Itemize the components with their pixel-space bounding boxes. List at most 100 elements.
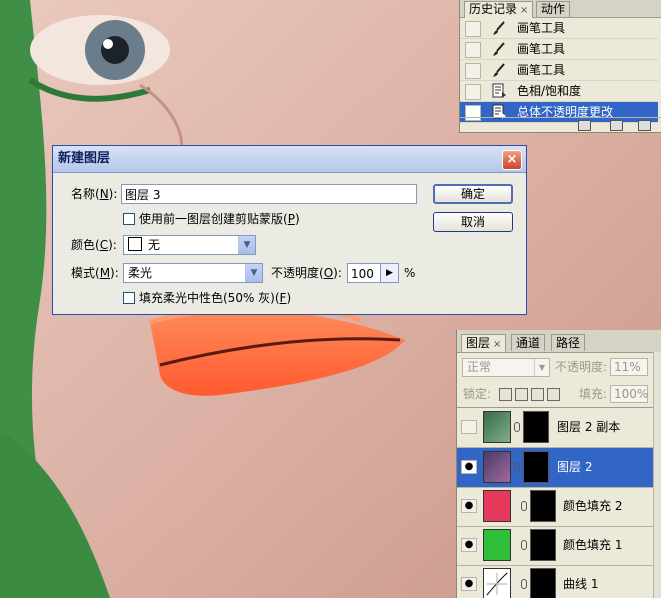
opacity-stepper[interactable]: ▶ [381,263,399,283]
snapshot-checkbox[interactable] [465,21,481,37]
tab-paths[interactable]: 路径 [551,334,586,351]
layer-opacity-input[interactable]: 11% [610,358,648,376]
tab-layers[interactable]: 图层 × [461,334,507,352]
layer-name-input[interactable]: 图层 3 [121,184,417,204]
eye-icon[interactable]: ● [461,577,477,591]
layer-thumbnail [483,529,511,561]
mode-select[interactable]: 柔光 ▼ [123,263,263,283]
brush-icon [493,63,505,77]
clipping-mask-label: 使用前一图层创建剪贴蒙版(P) [139,212,300,226]
chevron-down-icon[interactable]: ▼ [245,264,262,282]
history-tabbar: 历史记录 × 动作 [460,0,661,18]
close-icon[interactable]: × [520,5,528,16]
tab-actions[interactable]: 动作 [536,1,571,17]
visibility-toggle[interactable] [461,420,477,434]
layer-mask-thumbnail[interactable] [523,451,549,483]
history-list: 画笔工具 画笔工具 画笔工具 色相/饱和度 总体不透明度更改 [460,18,658,123]
snapshot-checkbox[interactable] [465,84,481,100]
tab-label: 路径 [556,336,581,350]
layer-name: 颜色填充 2 [563,499,623,513]
layer-thumbnail [483,451,511,483]
layer-thumbnail [483,490,511,522]
link-icon[interactable] [514,462,520,472]
list-item[interactable]: 画笔工具 [460,39,658,60]
close-icon[interactable]: × [502,150,522,170]
tab-label: 动作 [541,2,566,16]
opacity-input[interactable]: 100 [347,263,381,283]
layer-name: 图层 2 副本 [557,420,621,434]
lock-all-icon[interactable] [547,388,560,401]
history-footer [460,117,661,132]
lock-label: 锁定: [463,387,492,401]
fill-input[interactable]: 100% [610,385,648,403]
opacity-label: 不透明度(O): [271,266,342,280]
snapshot-checkbox[interactable] [465,63,481,79]
color-value: 无 [148,238,161,252]
chevron-down-icon[interactable]: ▼ [238,236,255,254]
layer-name: 图层 2 [557,460,593,474]
blend-mode-select[interactable]: 正常 ▼ [462,358,550,377]
opacity-unit: % [404,266,416,280]
brush-icon [493,21,505,35]
lock-transparency-icon[interactable] [499,388,512,401]
ok-button[interactable]: 确定 [433,184,513,204]
tab-channels[interactable]: 通道 [511,334,546,351]
history-item-label: 画笔工具 [517,63,566,77]
cancel-button[interactable]: 取消 [433,212,513,232]
camera-icon[interactable] [610,120,623,131]
snapshot-checkbox[interactable] [465,42,481,58]
layer-row[interactable]: ● 曲线 1 [457,565,661,598]
tab-history[interactable]: 历史记录 × [464,1,534,18]
eye-icon[interactable]: ● [461,460,477,474]
layer-opacity-label: 不透明度: [555,360,608,374]
clipping-mask-checkbox[interactable] [123,213,135,225]
layer-row[interactable]: ● 颜色填充 1 [457,526,661,566]
layer-mask-thumbnail[interactable] [530,568,556,598]
mode-value: 柔光 [128,266,153,280]
eye-icon[interactable]: ● [461,499,477,513]
eye-icon[interactable]: ● [461,538,477,552]
link-icon[interactable] [514,422,520,432]
layers-panel: 图层 × 通道 路径 正常 ▼ 不透明度: 11% 锁定: 填充: 100% 图层 [456,330,661,598]
adjustment-icon [492,83,506,98]
chevron-right-icon: ▶ [386,268,393,278]
link-icon[interactable] [521,579,527,589]
lock-pixels-icon[interactable] [515,388,528,401]
lock-position-icon[interactable] [531,388,544,401]
trash-icon[interactable] [638,120,651,131]
layer-mask-thumbnail[interactable] [530,490,556,522]
layer-mask-thumbnail[interactable] [530,529,556,561]
lock-options-row: 锁定: 填充: 100% [457,383,661,407]
color-select[interactable]: 无 ▼ [123,235,256,255]
list-item[interactable]: 画笔工具 [460,60,658,81]
layers-scrollbar[interactable] [653,352,661,598]
layer-row[interactable]: 图层 2 副本 [457,408,661,448]
color-label: 颜色(C): [71,238,117,252]
layer-row[interactable]: ● 图层 2 [457,448,661,488]
list-item[interactable]: 画笔工具 [460,18,658,39]
layer-row[interactable]: ● 颜色填充 2 [457,487,661,527]
layer-thumbnail [483,411,511,443]
color-swatch [128,237,142,251]
mode-label: 模式(M): [71,266,119,280]
tab-label: 历史记录 [469,2,518,16]
close-icon[interactable]: × [493,339,501,350]
dialog-titlebar[interactable]: 新建图层 × [53,146,526,173]
history-item-label: 画笔工具 [517,42,566,56]
fill-neutral-checkbox[interactable] [123,292,135,304]
layer-name: 颜色填充 1 [563,538,623,552]
layer-name: 曲线 1 [563,577,599,591]
link-icon[interactable] [521,540,527,550]
link-icon[interactable] [521,501,527,511]
layer-mask-thumbnail[interactable] [523,411,549,443]
list-item[interactable]: 色相/饱和度 [460,81,658,102]
layers-tabbar: 图层 × 通道 路径 [457,330,661,353]
dialog-title: 新建图层 [58,151,111,166]
name-label: 名称(N): [71,187,118,201]
fill-label: 填充: [579,387,608,401]
history-panel: 历史记录 × 动作 画笔工具 画笔工具 画笔工具 色相/饱和度 总体不透明度更改 [459,0,661,133]
brush-icon [493,42,505,56]
new-document-icon[interactable] [578,120,591,131]
tab-label: 图层 [466,336,491,350]
curves-icon [483,568,511,598]
